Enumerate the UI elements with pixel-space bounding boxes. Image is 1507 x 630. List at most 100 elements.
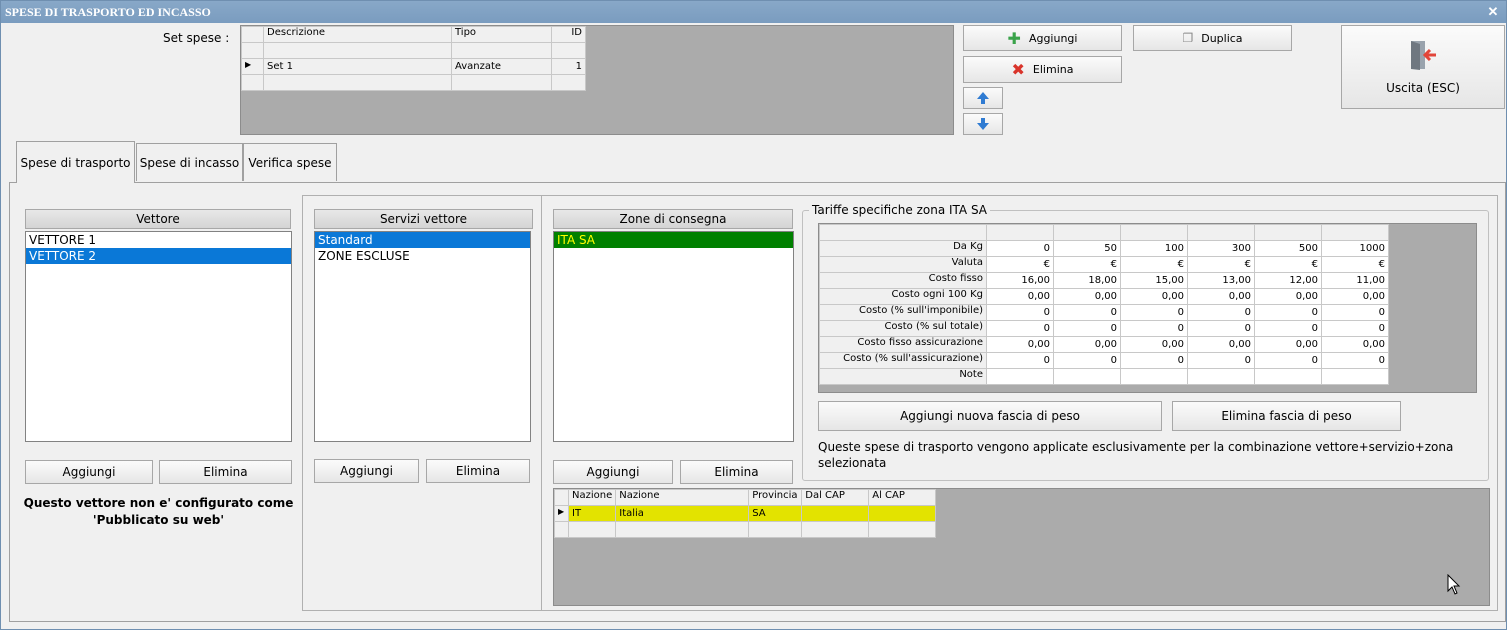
column-header-descrizione[interactable]: Descrizione xyxy=(263,26,452,43)
tariffe-cell[interactable]: 0 xyxy=(1254,320,1322,337)
tariffe-row[interactable]: Costo (% sull'imponibile) 0 0 0 0 0 0 xyxy=(819,304,1389,321)
tariffe-cell[interactable]: 0,00 xyxy=(986,336,1054,353)
tariffe-cell[interactable]: 0 xyxy=(1053,304,1121,321)
column-header-id[interactable]: ID xyxy=(551,26,586,43)
tariffe-cell[interactable]: € xyxy=(1254,256,1322,273)
tariffe-cell[interactable] xyxy=(1053,368,1121,385)
tariffe-cell[interactable]: 300 xyxy=(1187,240,1255,257)
cell-nazione[interactable]: Italia xyxy=(615,505,750,522)
tariffe-cell[interactable]: € xyxy=(1187,256,1255,273)
tariffe-column-header[interactable] xyxy=(1120,224,1188,241)
aggiungi-fascia-button[interactable]: Aggiungi nuova fascia di peso xyxy=(818,401,1162,431)
tariffe-row[interactable]: Costo (% sul totale) 0 0 0 0 0 0 xyxy=(819,320,1389,337)
tariffe-cell[interactable]: 0 xyxy=(1053,352,1121,369)
close-icon[interactable]: ✕ xyxy=(1486,5,1500,19)
tariffe-cell[interactable]: 0,00 xyxy=(1321,288,1389,305)
tariffe-row[interactable]: Costo fisso assicurazione 0,00 0,00 0,00 0,0… xyxy=(819,336,1389,353)
tariffe-cell[interactable]: 0,00 xyxy=(1120,336,1188,353)
duplica-set-button[interactable]: ❐ Duplica xyxy=(1133,25,1292,51)
column-header-dal-cap[interactable]: Dal CAP xyxy=(801,489,870,506)
tab-spese-di-incasso[interactable]: Spese di incasso xyxy=(136,143,243,181)
tariffe-cell[interactable]: 0,00 xyxy=(1254,336,1322,353)
cell-descrizione[interactable]: Set 1 xyxy=(263,58,452,75)
table-row[interactable] xyxy=(241,74,586,91)
tariffe-cell[interactable]: 1000 xyxy=(1321,240,1389,257)
tariffe-cell[interactable]: 15,00 xyxy=(1120,272,1188,289)
list-item[interactable]: Standard xyxy=(315,232,530,248)
column-header-al-cap[interactable]: Al CAP xyxy=(868,489,937,506)
tariffe-cell[interactable]: € xyxy=(1120,256,1188,273)
tariffe-cell[interactable]: € xyxy=(1321,256,1389,273)
column-header-provincia[interactable]: Provincia xyxy=(748,489,803,506)
tariffe-cell[interactable]: 0 xyxy=(1254,352,1322,369)
tariffe-cell[interactable]: 0 xyxy=(1053,320,1121,337)
tariffe-column-header[interactable] xyxy=(1053,224,1121,241)
tariffe-cell[interactable]: 0,00 xyxy=(1187,288,1255,305)
tariffe-cell[interactable]: 100 xyxy=(1120,240,1188,257)
tariffe-row[interactable]: Costo fisso 16,00 18,00 15,00 13,00 12,00 11,0… xyxy=(819,272,1389,289)
tariffe-cell[interactable]: 0,00 xyxy=(1120,288,1188,305)
tariffe-cell[interactable]: 0 xyxy=(1187,320,1255,337)
column-header-nazione-code[interactable]: Nazione xyxy=(567,489,617,506)
tariffe-row[interactable]: Valuta € € € € € € xyxy=(819,256,1389,273)
tariffe-cell[interactable]: 16,00 xyxy=(986,272,1054,289)
tariffe-cell[interactable]: 0,00 xyxy=(1053,336,1121,353)
servizi-aggiungi-button[interactable]: Aggiungi xyxy=(314,459,419,483)
tariffe-column-header[interactable] xyxy=(1187,224,1255,241)
cell-provincia[interactable]: SA xyxy=(748,505,803,522)
servizi-list[interactable]: Standard ZONE ESCLUSE xyxy=(314,231,531,442)
tariffe-cell[interactable]: 0,00 xyxy=(1321,336,1389,353)
tariffe-cell[interactable]: 0 xyxy=(986,352,1054,369)
tariffe-cell[interactable]: 0,00 xyxy=(986,288,1054,305)
tariffe-cell[interactable]: 0,00 xyxy=(1187,336,1255,353)
tariffe-cell[interactable]: 0 xyxy=(1254,304,1322,321)
tariffe-cell[interactable]: 0,00 xyxy=(1254,288,1322,305)
tariffe-cell[interactable]: 18,00 xyxy=(1053,272,1121,289)
exit-button[interactable]: Uscita (ESC) xyxy=(1341,25,1505,109)
tariffe-cell[interactable]: 12,00 xyxy=(1254,272,1322,289)
tariffe-row[interactable]: Costo ogni 100 Kg 0,00 0,00 0,00 0,00 0,00 0,0… xyxy=(819,288,1389,305)
table-row[interactable] xyxy=(554,521,937,538)
elimina-fascia-button[interactable]: Elimina fascia di peso xyxy=(1172,401,1401,431)
tariffe-cell[interactable]: € xyxy=(986,256,1054,273)
tariffe-cell[interactable]: 0 xyxy=(1187,304,1255,321)
servizi-elimina-button[interactable]: Elimina xyxy=(426,459,530,483)
move-up-button[interactable] xyxy=(963,87,1003,109)
tariffe-cell[interactable]: 0 xyxy=(1321,352,1389,369)
zone-elimina-button[interactable]: Elimina xyxy=(680,460,793,484)
elimina-set-button[interactable]: ✖ Elimina xyxy=(963,56,1122,83)
tariffe-cell[interactable]: 0 xyxy=(1120,304,1188,321)
tariffe-cell[interactable] xyxy=(1321,368,1389,385)
tariffe-cell[interactable]: 0 xyxy=(986,320,1054,337)
table-row[interactable]: ▶ IT Italia SA xyxy=(554,505,937,522)
list-item[interactable]: VETTORE 1 xyxy=(26,232,291,248)
tariffe-row[interactable]: Da Kg 0 50 100 300 500 1000 xyxy=(819,240,1389,257)
tariffe-cell[interactable]: € xyxy=(1053,256,1121,273)
cell-nazione-code[interactable]: IT xyxy=(567,505,617,522)
vettore-elimina-button[interactable]: Elimina xyxy=(159,460,292,484)
tariffe-cell[interactable]: 0 xyxy=(1187,352,1255,369)
column-header-nazione[interactable]: Nazione xyxy=(615,489,750,506)
tariffe-cell[interactable]: 0 xyxy=(986,304,1054,321)
zone-aggiungi-button[interactable]: Aggiungi xyxy=(553,460,673,484)
cell-id[interactable]: 1 xyxy=(551,58,586,75)
tariffe-cell[interactable] xyxy=(1254,368,1322,385)
aggiungi-set-button[interactable]: ✚ Aggiungi xyxy=(963,25,1122,51)
list-item[interactable]: ITA SA xyxy=(554,232,793,248)
tariffe-cell[interactable] xyxy=(1120,368,1188,385)
tariffe-cell[interactable]: 0 xyxy=(1321,320,1389,337)
tariffe-cell[interactable]: 13,00 xyxy=(1187,272,1255,289)
tab-verifica-spese[interactable]: Verifica spese xyxy=(243,143,337,181)
tariffe-cell[interactable] xyxy=(986,368,1054,385)
tariffe-column-header[interactable] xyxy=(986,224,1054,241)
tariffe-column-header[interactable] xyxy=(1254,224,1322,241)
cell-al-cap[interactable] xyxy=(868,505,937,522)
tariffe-cell[interactable]: 0,00 xyxy=(1053,288,1121,305)
list-item[interactable]: VETTORE 2 xyxy=(26,248,291,264)
tariffe-cell[interactable]: 50 xyxy=(1053,240,1121,257)
tab-spese-di-trasporto[interactable]: Spese di trasporto xyxy=(16,141,135,183)
tariffe-cell[interactable]: 0 xyxy=(1120,352,1188,369)
move-down-button[interactable] xyxy=(963,113,1003,135)
cell-tipo[interactable]: Avanzate xyxy=(451,58,552,75)
table-row[interactable]: ▶ Set 1 Avanzate 1 xyxy=(241,58,586,75)
